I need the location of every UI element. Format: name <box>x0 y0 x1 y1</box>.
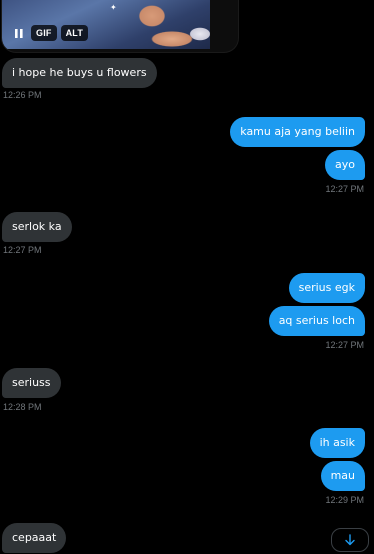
message-bubble-incoming[interactable]: serlok ka <box>2 212 72 242</box>
dm-conversation: ✦ ✦ GIF ALT i hope he buys u flowers 12:… <box>0 0 374 554</box>
message-timestamp: 12:28 PM <box>3 402 42 412</box>
message-timestamp: 12:27 PM <box>325 340 364 350</box>
message-bubble-outgoing[interactable]: serius egk <box>288 273 365 303</box>
message-bubble-outgoing[interactable]: ayo <box>325 150 365 180</box>
message-timestamp: 12:27 PM <box>325 184 364 194</box>
message-bubble-outgoing[interactable]: mau <box>320 461 365 491</box>
sparkle-decoration: ✦ <box>124 0 129 2</box>
message-bubble-outgoing[interactable]: ih asik <box>309 428 365 458</box>
message-timestamp: 12:26 PM <box>3 90 42 100</box>
arrow-down-icon <box>344 531 356 550</box>
gif-badge: GIF <box>31 25 57 41</box>
gif-controls: GIF ALT <box>11 25 89 41</box>
message-bubble-outgoing[interactable]: aq serius loch <box>268 306 365 336</box>
message-bubble-incoming[interactable]: seriuss <box>2 368 61 398</box>
message-bubble-incoming[interactable]: cepaaat <box>2 523 67 553</box>
message-timestamp: 12:27 PM <box>3 245 42 255</box>
message-bubble-incoming[interactable]: i hope he buys u flowers <box>2 58 157 88</box>
message-bubble-outgoing[interactable]: kamu aja yang beliin <box>230 117 365 147</box>
sparkle-decoration: ✦ <box>110 3 117 12</box>
gif-message-card[interactable]: ✦ ✦ GIF ALT <box>2 0 238 52</box>
pause-icon[interactable] <box>11 26 27 41</box>
alt-text-button[interactable]: ALT <box>60 25 89 41</box>
scroll-to-bottom-button[interactable] <box>331 528 369 552</box>
message-timestamp: 12:29 PM <box>325 495 364 505</box>
